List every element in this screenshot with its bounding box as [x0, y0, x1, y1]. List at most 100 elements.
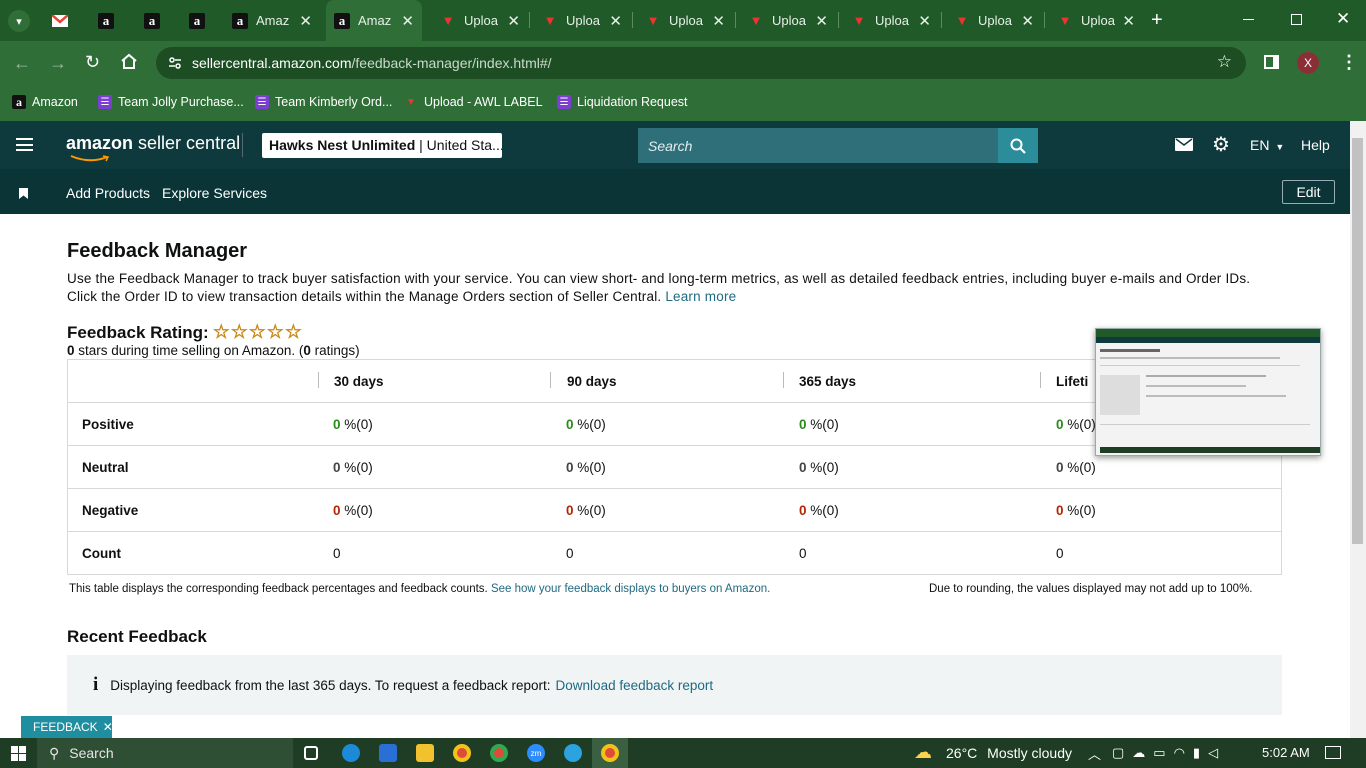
- edge-icon[interactable]: [342, 744, 360, 762]
- avatar[interactable]: X: [1297, 52, 1319, 74]
- search-icon: [1010, 138, 1026, 154]
- taskbar-search-label: Search: [69, 745, 114, 761]
- table-cell: 0: [333, 546, 341, 561]
- search-button[interactable]: [998, 128, 1038, 163]
- weather-icon[interactable]: ☁: [914, 742, 932, 763]
- download-report-link[interactable]: Download feedback report: [556, 678, 714, 693]
- close-tab-icon[interactable]: ✕: [299, 12, 312, 30]
- chrome-icon[interactable]: [601, 744, 619, 762]
- chrome-icon[interactable]: [490, 744, 508, 762]
- close-tab-icon[interactable]: ✕: [918, 12, 931, 30]
- browser-toolbar: ← → ↻ sellercentral.amazon.com/feedback-…: [0, 41, 1366, 85]
- tab-title: Uploa: [1081, 13, 1115, 28]
- store-icon[interactable]: [379, 744, 397, 762]
- table-cell: 0 %(0): [333, 460, 373, 475]
- search-input[interactable]: Search: [638, 128, 998, 163]
- table-cell: 0 %(0): [1056, 417, 1096, 432]
- screenshot-preview-thumbnail[interactable]: [1095, 328, 1321, 456]
- file-explorer-icon[interactable]: [416, 744, 434, 762]
- row-label: Neutral: [82, 460, 129, 475]
- tab-upload-3[interactable]: ▼ Uploa ✕: [635, 0, 733, 41]
- edit-button[interactable]: Edit: [1282, 180, 1335, 204]
- tab-amazon-2[interactable]: a: [136, 0, 174, 41]
- zoom-icon[interactable]: zm: [527, 744, 545, 762]
- bookmark-amazon[interactable]: a Amazon: [12, 92, 78, 112]
- bookmark-team-jolly[interactable]: ☰ Team Jolly Purchase...: [98, 92, 244, 112]
- column-header: 90 days: [567, 374, 617, 389]
- close-icon[interactable]: ✕: [103, 720, 113, 734]
- language-selector[interactable]: EN ▼: [1250, 137, 1284, 153]
- back-button[interactable]: ←: [13, 53, 31, 74]
- close-tab-icon[interactable]: ✕: [712, 12, 725, 30]
- bookmark-icon[interactable]: [19, 186, 28, 202]
- close-tab-icon[interactable]: ✕: [609, 12, 622, 30]
- nav-add-products[interactable]: Add Products: [66, 185, 150, 201]
- tab-gmail[interactable]: [44, 0, 82, 41]
- tab-upload-7[interactable]: ▼ Uploa ✕: [1047, 0, 1143, 41]
- close-window-button[interactable]: ✕: [1336, 9, 1350, 29]
- tab-amazon-3[interactable]: a: [181, 0, 219, 41]
- tab-amazon-4[interactable]: a Amaz ✕: [224, 0, 320, 41]
- restore-button[interactable]: [1291, 14, 1302, 25]
- tab-title: Uploa: [875, 13, 909, 28]
- tab-amazon-1[interactable]: a: [90, 0, 128, 41]
- messages-icon[interactable]: [1175, 138, 1193, 156]
- column-header: 30 days: [334, 374, 384, 389]
- task-view-icon[interactable]: [304, 746, 318, 760]
- bookmark-team-kimberly[interactable]: ☰ Team Kimberly Ord...: [255, 92, 392, 112]
- telegram-icon[interactable]: [564, 744, 582, 762]
- store-name: Hawks Nest Unlimited: [269, 137, 416, 153]
- new-tab-button[interactable]: +: [1151, 9, 1163, 32]
- tab-amazon-active[interactable]: a Amaz ✕: [326, 0, 422, 41]
- address-bar[interactable]: sellercentral.amazon.com/feedback-manage…: [156, 47, 1246, 79]
- reload-button[interactable]: ↻: [85, 52, 100, 73]
- windows-taskbar: ⚲ Search zm ☁ 26°C Mostly cloudy ︿ ▢☁▭◠▮…: [0, 738, 1366, 768]
- bookmark-liquidation[interactable]: ☰ Liquidation Request: [557, 92, 688, 112]
- close-tab-icon[interactable]: ✕: [507, 12, 520, 30]
- minimize-button[interactable]: [1243, 19, 1254, 20]
- bookmark-label: Upload - AWL LABEL: [424, 95, 543, 109]
- notifications-icon[interactable]: [1325, 746, 1341, 759]
- close-tab-icon[interactable]: ✕: [815, 12, 828, 30]
- close-tab-icon[interactable]: ✕: [1021, 12, 1034, 30]
- side-panel-icon[interactable]: [1264, 55, 1279, 69]
- home-button[interactable]: [120, 53, 138, 75]
- close-tab-icon[interactable]: ✕: [401, 12, 414, 30]
- taskbar-search[interactable]: ⚲ Search: [37, 738, 293, 768]
- store-selector[interactable]: Hawks Nest Unlimited | United Sta...: [262, 133, 502, 158]
- hamburger-menu-icon[interactable]: [16, 138, 33, 151]
- column-header: 365 days: [799, 374, 857, 389]
- browser-menu-icon[interactable]: ⋮: [1340, 52, 1358, 73]
- table-cell: 0 %(0): [1056, 503, 1096, 518]
- learn-more-link[interactable]: Learn more: [665, 289, 736, 304]
- windows-start-icon[interactable]: [11, 746, 26, 761]
- tab-upload-2[interactable]: ▼ Uploa ✕: [532, 0, 630, 41]
- clock[interactable]: 5:02 AM: [1262, 745, 1310, 760]
- help-link[interactable]: Help: [1301, 137, 1330, 153]
- scrollbar-thumb[interactable]: [1352, 138, 1363, 544]
- site-info-icon[interactable]: [168, 56, 182, 73]
- weather-widget[interactable]: 26°C Mostly cloudy: [946, 745, 1072, 761]
- tab-upload-5[interactable]: ▼ Uploa ✕: [841, 0, 939, 41]
- tray-icons[interactable]: ▢☁▭◠▮◁: [1112, 745, 1226, 761]
- forward-button[interactable]: →: [49, 53, 67, 74]
- tray-chevron-icon[interactable]: ︿: [1088, 744, 1101, 763]
- chrome-icon[interactable]: [453, 744, 471, 762]
- upload-icon: ▼: [406, 96, 416, 108]
- seller-central-logo[interactable]: amazon seller central: [66, 133, 240, 162]
- tab-upload-1[interactable]: ▼ Uploa ✕: [430, 0, 528, 41]
- tab-upload-6[interactable]: ▼ Uploa ✕: [944, 0, 1042, 41]
- amazon-icon: a: [189, 12, 205, 29]
- feedback-widget-button[interactable]: FEEDBACK ✕: [21, 716, 113, 738]
- close-tab-icon[interactable]: ✕: [1122, 12, 1135, 30]
- tab-search-button[interactable]: ▾: [8, 10, 30, 32]
- recent-feedback-title: Recent Feedback: [67, 627, 207, 646]
- bookmark-upload-awl[interactable]: ▼ Upload - AWL LABEL: [404, 92, 543, 112]
- bookmark-star-icon[interactable]: ☆: [1217, 52, 1232, 72]
- amazon-icon: a: [12, 95, 26, 109]
- feedback-display-link[interactable]: See how your feedback displays to buyers…: [491, 583, 770, 595]
- tab-title: Uploa: [464, 13, 498, 28]
- settings-gear-icon[interactable]: ⚙: [1212, 135, 1230, 155]
- nav-explore-services[interactable]: Explore Services: [162, 185, 267, 201]
- tab-upload-4[interactable]: ▼ Uploa ✕: [738, 0, 836, 41]
